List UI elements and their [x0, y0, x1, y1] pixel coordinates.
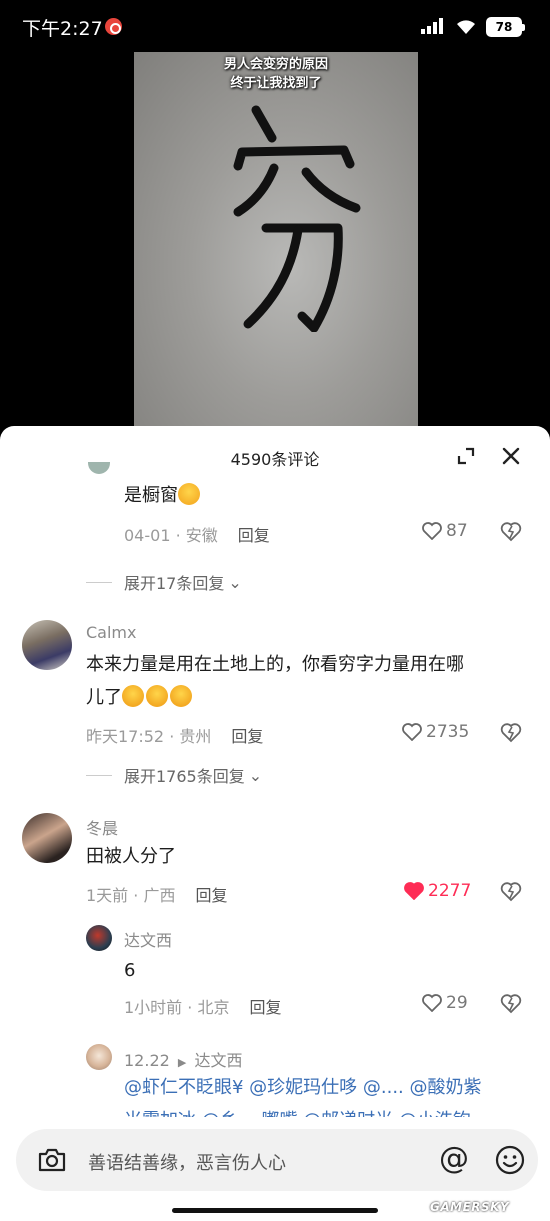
heart-filled-icon: [404, 882, 424, 900]
comment-meta: 1天前 · 广西 回复: [86, 886, 228, 905]
heart-icon: [422, 522, 442, 540]
video-caption-line1: 男人会变穷的原因: [223, 57, 328, 72]
comment-meta: 1小时前 · 北京 回复: [124, 998, 282, 1017]
reply-button[interactable]: 回复: [231, 727, 263, 746]
comment-input-placeholder: 善语结善缘，恶言伤人心: [88, 1153, 286, 1174]
like-button[interactable]: 2277: [404, 881, 471, 901]
comment-username[interactable]: 12.22: [124, 1051, 170, 1070]
weibo-notification-icon: [105, 18, 122, 35]
comment-location: 安徽: [185, 526, 218, 545]
comment-date: 1小时前: [124, 998, 183, 1017]
like-button[interactable]: 87: [422, 521, 468, 541]
comment-text: 本来力量是用在土地上的，你看穷字力量用在哪 儿了: [86, 654, 464, 708]
comment-text: 田被人分了: [86, 846, 176, 867]
comment-date: 04-01: [124, 526, 171, 545]
comment-meta: 04-01 · 安徽 回复: [124, 526, 270, 545]
status-time: 下午2:27: [22, 18, 103, 40]
comment-username[interactable]: 冬晨: [86, 815, 118, 839]
reply-arrow-icon: ▶: [177, 1056, 187, 1069]
like-count: 29: [446, 993, 468, 1013]
mention-at-icon[interactable]: @: [438, 1143, 470, 1175]
comment-location: 北京: [197, 998, 230, 1017]
avatar[interactable]: [86, 925, 112, 951]
comment-text: 6: [124, 960, 136, 981]
expand-icon[interactable]: [456, 446, 476, 466]
avatar[interactable]: [86, 1044, 112, 1070]
dislike-icon[interactable]: [500, 992, 522, 1014]
like-button[interactable]: 29: [422, 993, 468, 1013]
comment-sheet-header: 4590条评论: [0, 426, 550, 486]
comment-meta: 昨天17:52 · 贵州 回复: [86, 727, 264, 746]
crying-emoji-icon: [122, 685, 144, 707]
expand-replies-button[interactable]: 展开17条回复 ⌄: [86, 570, 242, 594]
handwritten-character: [233, 105, 361, 332]
comment-text: 是橱窗: [124, 479, 202, 512]
like-button[interactable]: 2735: [402, 722, 469, 742]
reply-button[interactable]: 回复: [249, 998, 281, 1017]
comment-username[interactable]: Calmx: [86, 623, 136, 642]
blush-emoji-icon: [178, 483, 200, 505]
comment-location: 贵州: [179, 727, 212, 746]
comment-location: 广西: [143, 886, 176, 905]
wifi-icon: [457, 20, 475, 34]
dislike-icon[interactable]: [500, 721, 522, 743]
signal-icon: [421, 18, 443, 34]
video-player[interactable]: 男人会变穷的原因 终于让我找到了: [0, 52, 550, 442]
watermark: GAMERSKY: [430, 1200, 510, 1214]
heart-icon: [422, 994, 442, 1012]
home-indicator[interactable]: [172, 1208, 378, 1213]
like-count: 2277: [428, 881, 472, 901]
avatar[interactable]: [22, 620, 72, 670]
avatar[interactable]: [22, 813, 72, 863]
battery-icon: 78: [486, 17, 525, 37]
comment-sheet: 4590条评论 是橱窗 04-01 · 安徽 回复 87 展开17条回复 ⌄ Cal…: [0, 426, 550, 1221]
crying-emoji-icon: [146, 685, 168, 707]
comment-username[interactable]: 达文西: [124, 927, 172, 951]
crying-emoji-icon: [170, 685, 192, 707]
video-frame[interactable]: 男人会变穷的原因 终于让我找到了: [134, 52, 418, 442]
dislike-icon[interactable]: [500, 520, 522, 542]
camera-icon[interactable]: [36, 1144, 68, 1176]
video-caption-line2: 终于让我找到了: [230, 76, 322, 91]
expand-replies-button[interactable]: 展开1765条回复 ⌄: [86, 763, 262, 787]
status-bar: 下午2:27 78: [0, 0, 550, 52]
close-icon[interactable]: [501, 446, 521, 466]
reply-to-username[interactable]: 达文西: [194, 1051, 242, 1070]
emoji-smile-icon[interactable]: [494, 1144, 526, 1176]
dislike-icon[interactable]: [500, 880, 522, 902]
reply-button[interactable]: 回复: [195, 886, 227, 905]
like-count: 87: [446, 521, 468, 541]
comment-date: 昨天17:52: [86, 727, 165, 746]
comment-date: 1天前: [86, 886, 129, 905]
like-count: 2735: [426, 722, 470, 742]
reply-button[interactable]: 回复: [238, 526, 270, 545]
reply-header: 12.22 ▶ 达文西: [124, 1047, 242, 1071]
heart-icon: [402, 723, 422, 741]
